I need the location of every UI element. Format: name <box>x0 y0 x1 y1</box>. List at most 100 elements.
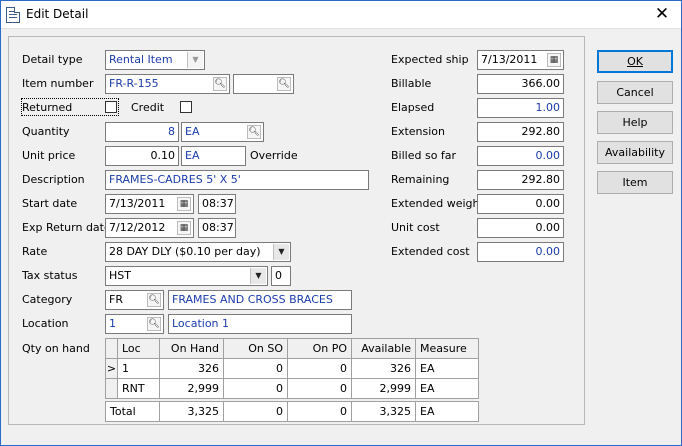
cell-on-so: 0 <box>223 358 288 379</box>
column-header[interactable]: Loc <box>117 338 160 359</box>
column-header[interactable]: On PO <box>287 338 352 359</box>
quantity-field[interactable]: 8 <box>105 122 179 142</box>
search-icon[interactable]: 🔍︎ <box>247 125 261 139</box>
exp-return-date-value: 7/12/2012 <box>109 221 166 234</box>
unit-cost-field: 0.00 <box>477 218 564 238</box>
credit-label: Credit <box>131 101 165 114</box>
table-header-row: Loc On Hand On SO On PO Available Measur… <box>105 338 479 359</box>
location-name-field: Location 1 <box>168 314 352 334</box>
search-icon[interactable]: 🔍︎ <box>147 317 161 331</box>
item-button[interactable]: Item <box>597 171 673 194</box>
unit-price-field[interactable]: 0.10 <box>105 146 179 166</box>
extended-weight-label: Extended weight <box>391 197 484 210</box>
start-date-label: Start date <box>22 197 78 210</box>
billed-so-far-label: Billed so far <box>391 149 457 162</box>
detail-type-dropdown[interactable]: Rental Item ▼ <box>105 50 205 70</box>
help-button[interactable]: Help <box>597 111 673 134</box>
qty-on-hand-table[interactable]: Loc On Hand On SO On PO Available Measur… <box>105 338 479 399</box>
search-icon[interactable]: 🔍︎ <box>277 77 291 91</box>
ok-button-label: OK <box>627 55 643 68</box>
tax-status-value: HST <box>109 269 131 282</box>
calendar-icon[interactable]: ▦ <box>177 221 191 235</box>
expected-ship-field[interactable]: 7/13/2011 ▦ <box>477 50 564 70</box>
exp-return-time-field[interactable]: 08:37 <box>198 218 236 238</box>
item-number-label: Item number <box>22 77 94 90</box>
extended-weight-field: 0.00 <box>477 194 564 214</box>
elapsed-label: Elapsed <box>391 101 435 114</box>
total-on-po: 0 <box>287 401 352 422</box>
cell-on-po: 0 <box>287 358 352 379</box>
tax-status-dropdown[interactable]: HST ▼ <box>105 266 268 286</box>
tax-status-label: Tax status <box>22 269 78 282</box>
cancel-button-label: Cancel <box>616 86 654 99</box>
column-header[interactable]: Available <box>351 338 416 359</box>
category-code-field[interactable]: FR 🔍︎ <box>105 290 164 310</box>
location-label: Location <box>22 317 69 330</box>
qty-on-hand-total-table: Total 3,325 0 0 3,325 EA <box>105 401 479 422</box>
expected-ship-label: Expected ship <box>391 53 469 66</box>
extended-cost-field[interactable]: 0.00 <box>477 242 564 262</box>
window-title: Edit Detail <box>26 7 89 21</box>
item-number-field[interactable]: FR-R-155 🔍︎ <box>105 74 230 94</box>
calendar-icon[interactable]: ▦ <box>547 53 561 67</box>
column-header[interactable]: On Hand <box>159 338 224 359</box>
category-label: Category <box>22 293 73 306</box>
cell-on-po: 0 <box>287 378 352 399</box>
availability-button[interactable]: Availability <box>597 141 673 164</box>
cancel-button[interactable]: Cancel <box>597 81 673 104</box>
item-number-secondary-field[interactable]: 🔍︎ <box>233 74 294 94</box>
start-date-field[interactable]: 7/13/2011 ▦ <box>105 194 194 214</box>
description-field[interactable]: FRAMES-CADRES 5' X 5' <box>105 170 369 190</box>
exp-return-date-label: Exp Return date <box>22 221 111 234</box>
close-icon[interactable]: ✕ <box>651 4 673 24</box>
cell-loc: 1 <box>117 358 160 379</box>
cell-loc: RNT <box>117 378 160 399</box>
quantity-label: Quantity <box>22 125 70 138</box>
detail-type-value: Rental Item <box>109 53 173 66</box>
availability-button-label: Availability <box>605 146 665 159</box>
returned-label: Returned <box>22 101 73 114</box>
billable-field: 366.00 <box>477 74 564 94</box>
cell-measure: EA <box>415 378 479 399</box>
detail-type-label: Detail type <box>22 53 83 66</box>
total-measure: EA <box>415 401 479 422</box>
table-header-selector <box>105 338 118 359</box>
start-time-field[interactable]: 08:37 <box>198 194 236 214</box>
exp-return-date-field[interactable]: 7/12/2012 ▦ <box>105 218 194 238</box>
extension-field: 292.80 <box>477 122 564 142</box>
ok-button[interactable]: OK <box>597 50 673 73</box>
unit-cost-label: Unit cost <box>391 221 440 234</box>
extension-label: Extension <box>391 125 446 138</box>
billed-so-far-field[interactable]: 0.00 <box>477 146 564 166</box>
rate-dropdown[interactable]: 28 DAY DLY ($0.10 per day) ▼ <box>105 242 291 262</box>
category-code-value: FR <box>109 293 123 306</box>
category-name-field: FRAMES AND CROSS BRACES <box>168 290 352 310</box>
chevron-down-icon: ▼ <box>187 52 203 68</box>
table-row[interactable]: RNT 2,999 0 0 2,999 EA <box>105 378 479 399</box>
item-button-label: Item <box>622 176 648 189</box>
tax-status-extra-field[interactable]: 0 <box>271 266 291 286</box>
rate-label: Rate <box>22 245 48 258</box>
calendar-icon[interactable]: ▦ <box>177 197 191 211</box>
column-header[interactable]: Measure <box>415 338 479 359</box>
location-code-field[interactable]: 1 🔍︎ <box>105 314 164 334</box>
cell-measure: EA <box>415 358 479 379</box>
chevron-down-icon: ▼ <box>273 244 289 260</box>
chevron-down-icon: ▼ <box>250 268 266 284</box>
description-label: Description <box>22 173 85 186</box>
search-icon[interactable]: 🔍︎ <box>213 77 227 91</box>
column-header[interactable]: On SO <box>223 338 288 359</box>
total-label: Total <box>105 401 160 422</box>
credit-checkbox[interactable] <box>180 101 192 113</box>
remaining-label: Remaining <box>391 173 450 186</box>
elapsed-field[interactable]: 1.00 <box>477 98 564 118</box>
row-marker: > <box>105 358 118 379</box>
total-row: Total 3,325 0 0 3,325 EA <box>105 401 479 422</box>
cell-available: 2,999 <box>351 378 416 399</box>
search-icon[interactable]: 🔍︎ <box>147 293 161 307</box>
table-row[interactable]: > 1 326 0 0 326 EA <box>105 358 479 379</box>
unit-price-unit-field[interactable]: EA <box>181 146 246 166</box>
item-number-value: FR-R-155 <box>109 77 159 90</box>
returned-checkbox[interactable] <box>105 101 117 113</box>
quantity-unit-field[interactable]: EA 🔍︎ <box>181 122 264 142</box>
